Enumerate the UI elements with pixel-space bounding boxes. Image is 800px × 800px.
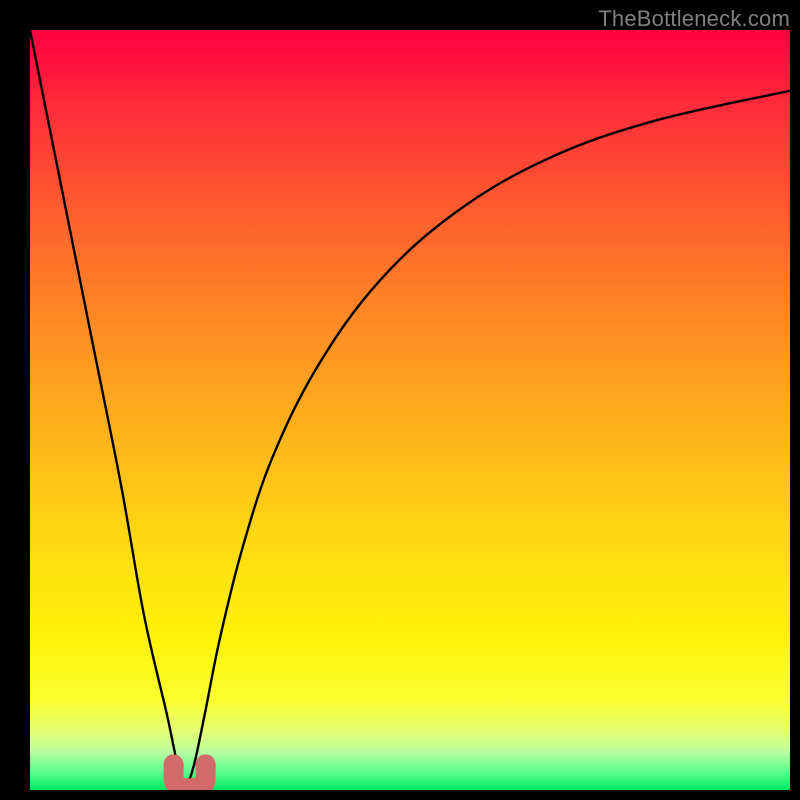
curve-layer — [30, 30, 790, 790]
chart-frame: TheBottleneck.com — [0, 0, 800, 800]
watermark-text: TheBottleneck.com — [598, 6, 790, 32]
plot-area — [30, 30, 790, 790]
bottleneck-curve-path — [30, 30, 790, 782]
